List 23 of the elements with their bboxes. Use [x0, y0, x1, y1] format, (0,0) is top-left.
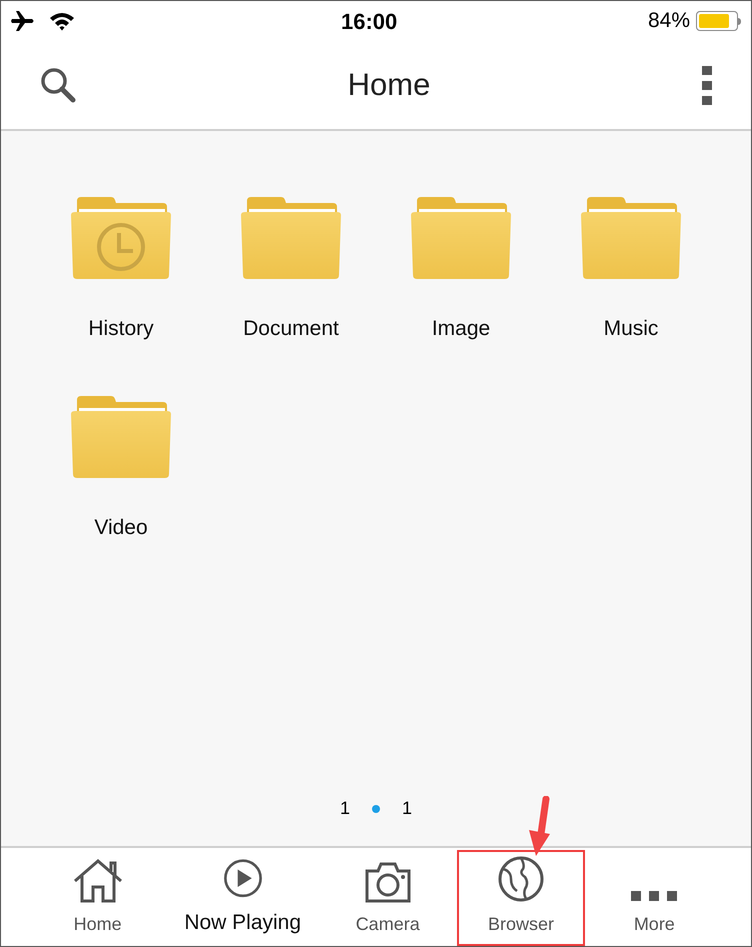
more-icon	[631, 889, 678, 903]
tab-button[interactable]: More	[611, 858, 698, 938]
status-time: 16:00	[341, 8, 398, 36]
folder-label[interactable]: Image	[432, 313, 490, 344]
folder-label[interactable]: History	[88, 313, 154, 344]
folder-label[interactable]: Music	[604, 313, 658, 344]
tab-button[interactable]: Browser	[459, 852, 584, 944]
screen-title: Home	[348, 66, 430, 104]
camera-icon	[364, 861, 412, 903]
tab-button[interactable]: Camera	[336, 858, 440, 938]
globe-icon	[497, 855, 546, 903]
tab-button[interactable]: Home	[52, 858, 143, 938]
battery-icon	[696, 11, 741, 31]
search-icon[interactable]	[39, 66, 77, 104]
home-icon	[72, 859, 123, 903]
page-number: 1	[340, 797, 350, 820]
tab-button[interactable]: Now Playing	[164, 858, 322, 938]
folder-label[interactable]: Document	[243, 313, 339, 344]
battery-percent: 84%	[648, 8, 690, 34]
wifi-icon	[49, 11, 75, 31]
page-total: 1	[402, 797, 412, 820]
folder-label[interactable]: Video	[94, 512, 148, 543]
more-options-icon[interactable]	[700, 65, 713, 105]
